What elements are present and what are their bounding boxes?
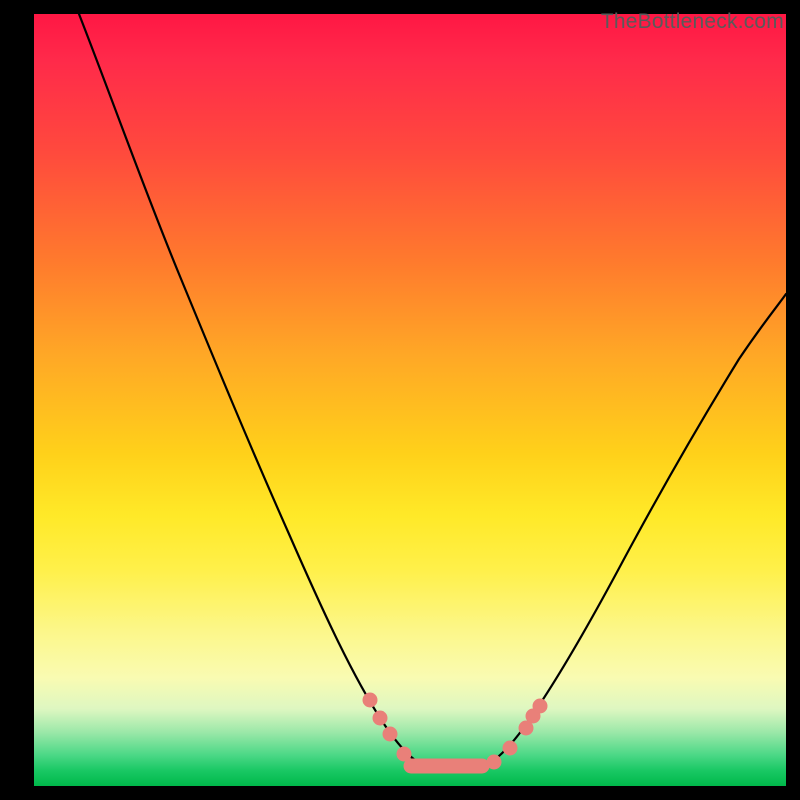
curve-layer	[34, 14, 786, 786]
bottleneck-curve	[79, 14, 786, 770]
highlight-markers	[363, 693, 547, 769]
chart-frame: TheBottleneck.com	[0, 0, 800, 800]
plot-area	[34, 14, 786, 786]
watermark-text: TheBottleneck.com	[601, 10, 784, 34]
